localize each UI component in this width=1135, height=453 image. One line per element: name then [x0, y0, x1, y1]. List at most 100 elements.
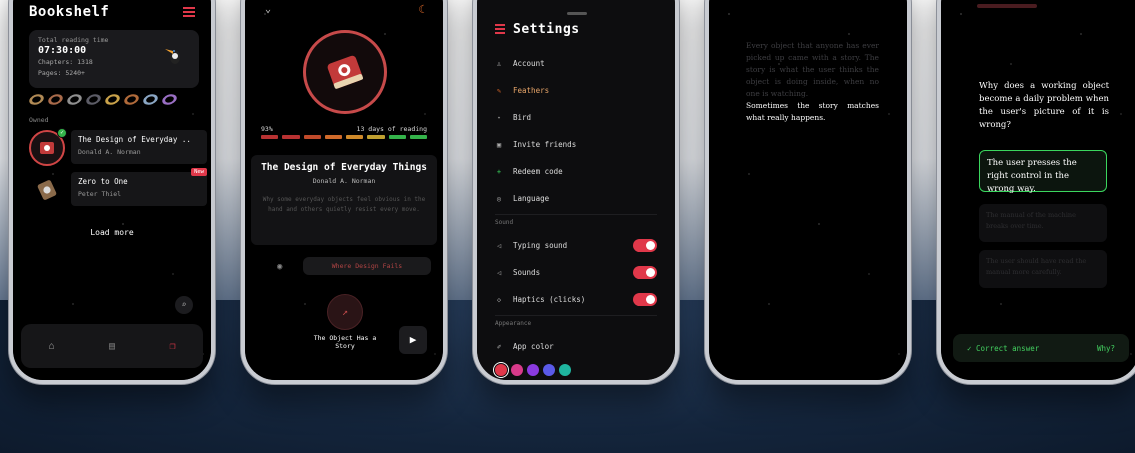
- quiz-question: Why does a working object become a daily…: [979, 81, 1109, 130]
- bird-icon: ⋆: [496, 113, 502, 122]
- invite-icon: ▣: [496, 140, 502, 149]
- story-dim-text: Every object that anyone has ever picked…: [746, 41, 879, 98]
- color-swatch[interactable]: [559, 364, 571, 376]
- chevron-down-icon[interactable]: ⌄: [265, 4, 271, 15]
- color-swatches: [493, 362, 657, 378]
- ring-icon[interactable]: [27, 92, 46, 107]
- book-icon: [37, 180, 57, 200]
- menu-icon[interactable]: [183, 7, 195, 19]
- ring-icon[interactable]: [103, 92, 122, 107]
- toggle-haptics[interactable]: ◇ Haptics (clicks): [495, 286, 657, 313]
- pages-count: Pages: 5240+: [38, 69, 85, 77]
- haptics-icon: ◇: [496, 295, 502, 304]
- result-label: Correct answer: [976, 343, 1040, 353]
- toggle-switch[interactable]: [633, 266, 657, 279]
- settings-item-feathers[interactable]: ✎ Feathers: [495, 77, 657, 104]
- ring-icon[interactable]: [122, 92, 141, 107]
- plus-icon: +: [496, 167, 502, 176]
- ring-icon[interactable]: [46, 92, 65, 107]
- toggle-typing-sound[interactable]: ◁ Typing sound: [495, 232, 657, 259]
- settings-menu: ♙ Account ✎ Feathers ⋆ Bird ▣ Invite friends…: [493, 50, 657, 378]
- item-label: Sounds: [513, 268, 541, 277]
- item-label: Redeem code: [513, 167, 563, 176]
- chapter-icon[interactable]: ↗: [327, 294, 363, 330]
- settings-item-language[interactable]: ◎ Language: [495, 185, 657, 212]
- result-bar: ✓ Correct answer Why?: [953, 334, 1129, 362]
- answer-option-correct[interactable]: The user presses the right control in th…: [979, 150, 1107, 194]
- toggle-switch[interactable]: [633, 239, 657, 252]
- chapter-title: The Object Has a Story: [313, 334, 377, 350]
- reading-days: 13 days of reading: [356, 125, 427, 133]
- book-info-card: The Design of Everyday Things Donald A. …: [251, 155, 437, 245]
- progress-percent: 93%: [261, 125, 273, 133]
- settings-item-bird[interactable]: ⋆ Bird: [495, 104, 657, 131]
- speaker-icon: ◁: [496, 241, 502, 250]
- speaker-icon: ◁: [496, 268, 502, 277]
- user-icon: ♙: [496, 59, 502, 68]
- chapter-pill[interactable]: Where Design Fails: [303, 257, 431, 275]
- ring-icon[interactable]: [141, 92, 160, 107]
- book-description: Why some everyday objects feel obvious i…: [262, 196, 426, 213]
- color-swatch[interactable]: [493, 362, 509, 378]
- library-icon[interactable]: ❐: [170, 341, 176, 352]
- color-swatch[interactable]: [543, 364, 555, 376]
- check-icon: ✓: [967, 343, 977, 353]
- tab-bar: ⌂ ▤ ❐: [21, 324, 203, 368]
- answer-option[interactable]: The manual of the machine breaks over ti…: [979, 204, 1107, 242]
- list-item[interactable]: ✓ The Design of Everyday .. Donald A. No…: [29, 128, 209, 170]
- color-swatch[interactable]: [511, 364, 523, 376]
- home-icon[interactable]: ⌂: [48, 341, 54, 352]
- check-icon: ✓: [57, 128, 67, 138]
- toggle-switch[interactable]: [633, 293, 657, 306]
- book-title: Zero to One: [78, 177, 128, 186]
- item-label: Typing sound: [513, 241, 568, 250]
- menu-icon[interactable]: [495, 23, 505, 36]
- toucan-icon: [165, 49, 180, 64]
- item-label: App color: [513, 342, 554, 351]
- store-icon[interactable]: ▤: [109, 341, 115, 352]
- progress-indicator: [977, 4, 1037, 8]
- item-label: Feathers: [513, 86, 550, 95]
- moon-icon[interactable]: ☾: [418, 3, 425, 16]
- settings-item-invite[interactable]: ▣ Invite friends: [495, 131, 657, 158]
- reading-stats-card: Total reading time 07:30:00 Chapters: 13…: [29, 30, 199, 88]
- answer-option[interactable]: The user should have read the manual mor…: [979, 250, 1107, 288]
- progress-bar: [261, 135, 427, 139]
- page-title: Bookshelf: [29, 4, 110, 20]
- section-appearance-label: Appearance: [495, 315, 657, 333]
- ring-collection: [27, 92, 179, 107]
- play-button[interactable]: ▶: [399, 326, 427, 354]
- eye-icon[interactable]: ◉: [277, 262, 282, 272]
- sheet-grabber[interactable]: [567, 12, 587, 15]
- settings-item-app-color: ✐ App color: [495, 333, 657, 360]
- page-title: Settings: [513, 22, 580, 37]
- item-label: Haptics (clicks): [513, 295, 586, 304]
- book-title: The Design of Everyday ..: [78, 135, 191, 144]
- progress-stats: 93% 13 days of reading: [261, 125, 427, 133]
- search-icon[interactable]: ⌕: [175, 296, 193, 314]
- list-item[interactable]: Zero to One Peter Thiel New: [29, 168, 209, 212]
- ring-icon[interactable]: [84, 92, 103, 107]
- book-author: Donald A. Norman: [312, 177, 376, 185]
- settings-item-redeem[interactable]: + Redeem code: [495, 158, 657, 185]
- ring-icon[interactable]: [65, 92, 84, 107]
- toggle-sounds[interactable]: ◁ Sounds: [495, 259, 657, 286]
- ring-icon[interactable]: [160, 92, 179, 107]
- color-swatch[interactable]: [527, 364, 539, 376]
- book-title: The Design of Everyday Things: [261, 162, 427, 173]
- book-cover: [303, 30, 387, 114]
- phone-story: Every object that anyone has ever picked…: [705, 0, 911, 384]
- item-label: Invite friends: [513, 140, 577, 149]
- section-sound-label: Sound: [495, 214, 657, 232]
- feather-icon: ✎: [496, 86, 502, 95]
- globe-icon: ◎: [496, 194, 502, 203]
- phone-bookshelf: Bookshelf Total reading time 07:30:00 Ch…: [9, 0, 215, 384]
- item-label: Bird: [513, 113, 532, 122]
- load-more-button[interactable]: Load more: [13, 228, 211, 237]
- book-author: Peter Thiel: [78, 190, 122, 198]
- item-label: Language: [513, 194, 550, 203]
- story-bright-text: Sometimes the story matches what really …: [746, 101, 879, 122]
- settings-item-account[interactable]: ♙ Account: [495, 50, 657, 77]
- why-button[interactable]: Why?: [1097, 344, 1115, 353]
- story-text: Every object that anyone has ever picked…: [746, 40, 879, 124]
